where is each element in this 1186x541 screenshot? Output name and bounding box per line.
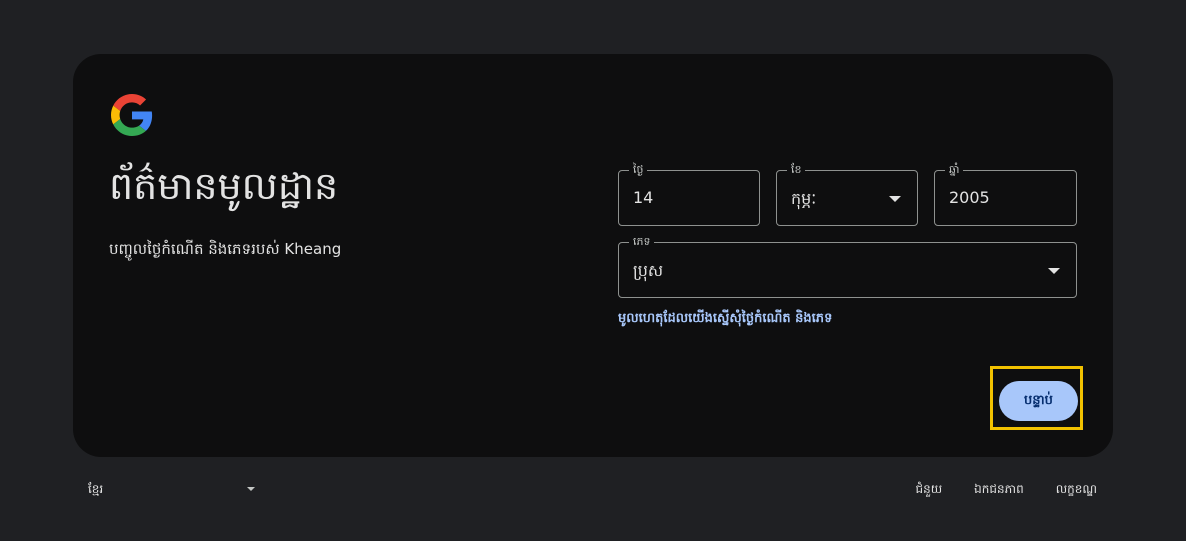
gender-value[interactable]: ប្រុស bbox=[633, 260, 663, 284]
day-field[interactable]: ថ្ងៃ 14 bbox=[618, 162, 760, 226]
language-label[interactable]: ខ្មែរ bbox=[88, 481, 103, 499]
year-label: ឆ្នាំ bbox=[945, 162, 964, 178]
year-field[interactable]: ឆ្នាំ 2005 bbox=[934, 162, 1077, 226]
month-select[interactable]: ខែ កុម្ភៈ bbox=[776, 162, 918, 226]
caret-down-icon[interactable] bbox=[1048, 268, 1060, 274]
why-birthday-gender-link[interactable]: មូលហេតុដែលយើងស្នើសុំថ្ងៃកំណើត និងភេទ bbox=[618, 310, 832, 329]
terms-link[interactable]: លក្ខខណ្ឌ bbox=[1056, 481, 1097, 499]
gender-select[interactable]: ភេទ ប្រុស bbox=[618, 234, 1077, 298]
gender-label: ភេទ bbox=[629, 234, 655, 250]
google-logo-icon bbox=[111, 94, 153, 136]
month-value[interactable]: កុម្ភៈ bbox=[791, 188, 816, 212]
privacy-link[interactable]: ឯកជនភាព bbox=[974, 481, 1024, 499]
caret-down-icon[interactable] bbox=[247, 487, 255, 491]
day-label: ថ្ងៃ bbox=[629, 162, 648, 178]
page-title: ព័ត៌មានមូលដ្ឋាន bbox=[109, 164, 339, 208]
year-value[interactable]: 2005 bbox=[949, 188, 990, 207]
page-subtitle: បញ្ចូលថ្ងៃកំណើត និងភេទរបស់ Kheang bbox=[109, 240, 342, 258]
month-label: ខែ bbox=[787, 162, 806, 178]
day-value[interactable]: 14 bbox=[633, 188, 653, 207]
help-link[interactable]: ជំនួយ bbox=[916, 481, 943, 499]
language-selector[interactable]: ខ្មែរ bbox=[88, 480, 256, 500]
next-button[interactable]: បន្ទាប់ bbox=[999, 381, 1078, 421]
footer-links: ជំនួយ ឯកជនភាព លក្ខខណ្ឌ bbox=[916, 481, 1098, 499]
caret-down-icon[interactable] bbox=[889, 196, 901, 202]
signup-card: ព័ត៌មានមូលដ្ឋាន បញ្ចូលថ្ងៃកំណើត និងភេទរប… bbox=[73, 54, 1113, 457]
